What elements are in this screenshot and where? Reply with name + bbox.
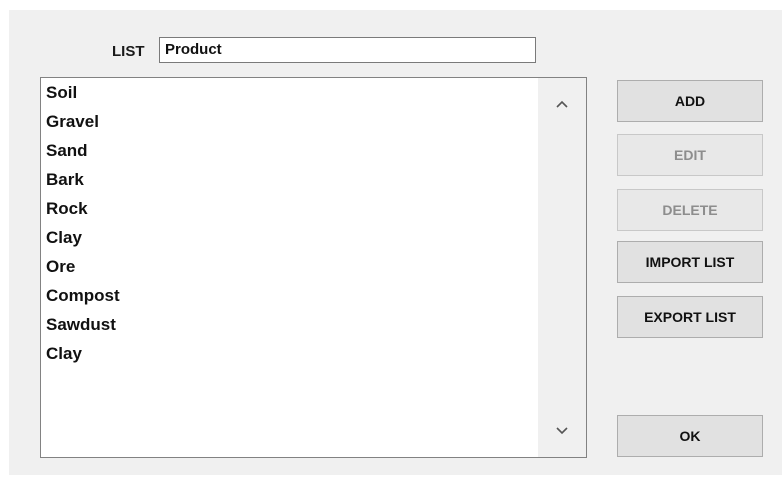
chevron-up-icon[interactable]	[552, 94, 572, 114]
list-item[interactable]: Bark	[41, 170, 536, 199]
list-item[interactable]: Compost	[41, 286, 536, 315]
import-list-button[interactable]: IMPORT LIST	[617, 241, 763, 283]
list-item[interactable]: Clay	[41, 228, 536, 257]
list-item[interactable]: Sand	[41, 141, 536, 170]
list-item[interactable]: Gravel	[41, 112, 536, 141]
items-listbox[interactable]: Soil Gravel Sand Bark Rock Clay Ore Comp…	[40, 77, 587, 458]
list-label: LIST	[112, 43, 145, 60]
edit-button[interactable]: EDIT	[617, 134, 763, 176]
delete-button[interactable]: DELETE	[617, 189, 763, 231]
list-name-input[interactable]: Product	[159, 37, 536, 63]
list-item[interactable]: Soil	[41, 83, 536, 112]
list-item[interactable]: Clay	[41, 344, 536, 373]
chevron-down-icon[interactable]	[552, 421, 572, 441]
ok-button[interactable]: OK	[617, 415, 763, 457]
add-button[interactable]: ADD	[617, 80, 763, 122]
export-list-button[interactable]: EXPORT LIST	[617, 296, 763, 338]
items-list: Soil Gravel Sand Bark Rock Clay Ore Comp…	[41, 83, 536, 373]
list-item[interactable]: Ore	[41, 257, 536, 286]
vertical-scrollbar[interactable]	[538, 78, 586, 457]
list-item[interactable]: Sawdust	[41, 315, 536, 344]
list-item[interactable]: Rock	[41, 199, 536, 228]
